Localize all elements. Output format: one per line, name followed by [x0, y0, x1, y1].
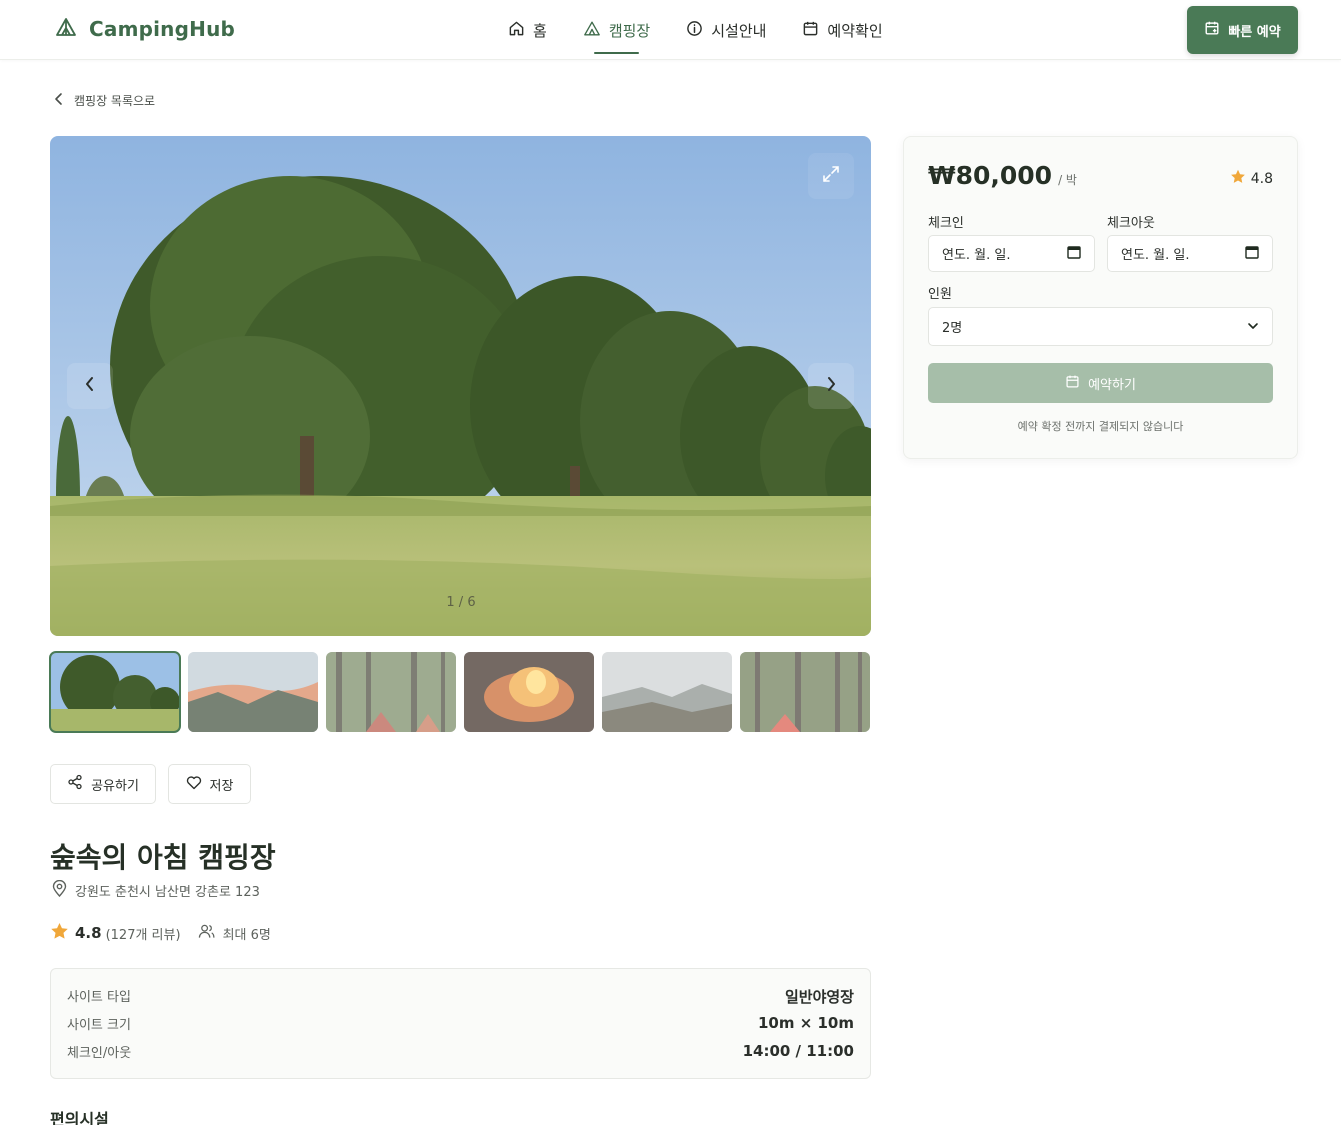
photo-counter: 1 / 6: [446, 595, 476, 610]
campsite-address: 강원도 춘천시 남산면 강촌로 123: [52, 879, 260, 901]
prev-photo-button[interactable]: [67, 363, 113, 409]
review-count[interactable]: (127개 리뷰): [106, 924, 181, 943]
thumbnail[interactable]: [464, 652, 594, 732]
main-nav: 홈 캠핑장 시설안내 예약확인: [508, 0, 919, 60]
payment-note: 예약 확정 전까지 결제되지 않습니다: [1017, 420, 1184, 433]
detail-key: 체크인/아웃: [67, 1046, 132, 1061]
back-to-list-link[interactable]: 캠핑장 목록으로: [54, 92, 155, 109]
book-button-label: 예약하기: [1088, 377, 1136, 393]
map-pin-icon: [52, 879, 67, 901]
amenities-heading: 편의시설: [50, 1110, 109, 1125]
top-header: CampingHub 홈 캠핑장 시설안내 예약확인 빠른 예약: [0, 0, 1341, 60]
guests-label: 인원: [928, 287, 952, 302]
thumbnail[interactable]: [602, 652, 732, 732]
calendar-icon: [1065, 374, 1080, 393]
quick-booking-button[interactable]: 빠른 예약: [1187, 6, 1298, 54]
nav-label-facilities: 시설안내: [711, 21, 767, 40]
guests-value: 2명: [942, 321, 963, 336]
detail-value: 14:00 / 11:00: [742, 1042, 854, 1060]
save-label: 저장: [209, 778, 234, 794]
chevron-left-icon: [84, 376, 96, 396]
nav-label-home: 홈: [533, 21, 547, 40]
quick-booking-label: 빠른 예약: [1228, 24, 1281, 40]
rating-value: 4.8: [75, 924, 102, 942]
price-unit: / 박: [1058, 173, 1077, 187]
heart-icon: [186, 775, 202, 794]
booking-card: ₩80,000 / 박 4.8 체크인 체크아웃 연도. 월. 일. 연도. 월…: [903, 136, 1298, 459]
detail-key: 사이트 크기: [67, 1018, 131, 1033]
detail-row: 사이트 타입 일반야영장: [67, 986, 854, 1007]
tent-logo-icon: [55, 17, 77, 41]
detail-value: 일반야영장: [784, 988, 854, 1006]
brand-name: CampingHub: [89, 17, 236, 41]
nav-item-facilities[interactable]: 시설안내: [686, 0, 766, 60]
chevron-down-icon: [1247, 319, 1259, 334]
star-icon: [1230, 169, 1246, 188]
guests-select[interactable]: 2명: [928, 307, 1273, 346]
chevron-left-icon: [54, 92, 64, 109]
nav-item-reservation-check[interactable]: 예약확인: [802, 0, 883, 60]
save-button[interactable]: 저장: [168, 764, 251, 804]
thumbnail[interactable]: [326, 652, 456, 732]
star-icon: [50, 922, 69, 944]
next-photo-button[interactable]: [808, 363, 854, 409]
capacity-text: 최대 6명: [222, 927, 271, 943]
card-rating-value: 4.8: [1250, 170, 1273, 187]
site-details-box: 사이트 타입 일반야영장 사이트 크기 10m × 10m 체크인/아웃 14:…: [50, 968, 871, 1079]
thumbnail[interactable]: [49, 651, 181, 733]
checkin-date-placeholder: 연도. 월. 일.: [942, 248, 1011, 263]
address-text: 강원도 춘천시 남산면 강촌로 123: [75, 885, 260, 900]
share-icon: [67, 774, 83, 794]
logo[interactable]: CampingHub: [55, 17, 235, 41]
nav-label-reservation-check: 예약확인: [827, 21, 883, 40]
checkin-label: 체크인: [928, 216, 964, 231]
info-icon: [686, 20, 703, 41]
campsite-title: 숲속의 아침 캠핑장: [50, 841, 276, 874]
chevron-right-icon: [825, 376, 837, 396]
detail-value: 10m × 10m: [757, 1014, 854, 1032]
nav-item-home[interactable]: 홈: [508, 0, 547, 60]
users-icon: [198, 923, 215, 943]
share-button[interactable]: 공유하기: [50, 764, 156, 804]
main-photo: [50, 136, 871, 636]
tent-icon: [583, 20, 601, 41]
checkout-date-input[interactable]: 연도. 월. 일.: [1107, 235, 1273, 272]
calendar-icon: [1245, 245, 1259, 263]
card-rating: 4.8: [1230, 169, 1273, 188]
back-link-label: 캠핑장 목록으로: [74, 94, 156, 108]
checkout-date-placeholder: 연도. 월. 일.: [1121, 248, 1190, 263]
checkin-date-input[interactable]: 연도. 월. 일.: [928, 235, 1095, 272]
checkout-label: 체크아웃: [1107, 216, 1155, 231]
price-amount: ₩80,000: [928, 161, 1053, 190]
calendar-plus-icon: [1204, 20, 1220, 40]
detail-row: 사이트 크기 10m × 10m: [67, 1014, 854, 1033]
book-button[interactable]: 예약하기: [928, 363, 1273, 403]
calendar-icon: [802, 20, 819, 41]
thumbnail[interactable]: [740, 652, 870, 732]
nav-item-campsites[interactable]: 캠핑장: [583, 0, 650, 60]
thumbnail-strip: [49, 651, 870, 733]
calendar-icon: [1067, 245, 1081, 263]
share-label: 공유하기: [91, 778, 139, 794]
home-icon: [508, 20, 525, 41]
expand-icon: [821, 164, 841, 188]
rating-summary: 4.8 (127개 리뷰) 최대 6명: [50, 922, 271, 944]
detail-row: 체크인/아웃 14:00 / 11:00: [67, 1042, 854, 1061]
price: ₩80,000 / 박: [928, 161, 1077, 190]
thumbnail[interactable]: [188, 652, 318, 732]
fullscreen-button[interactable]: [808, 153, 854, 199]
detail-key: 사이트 타입: [67, 990, 131, 1005]
nav-label-campsites: 캠핑장: [608, 21, 651, 40]
